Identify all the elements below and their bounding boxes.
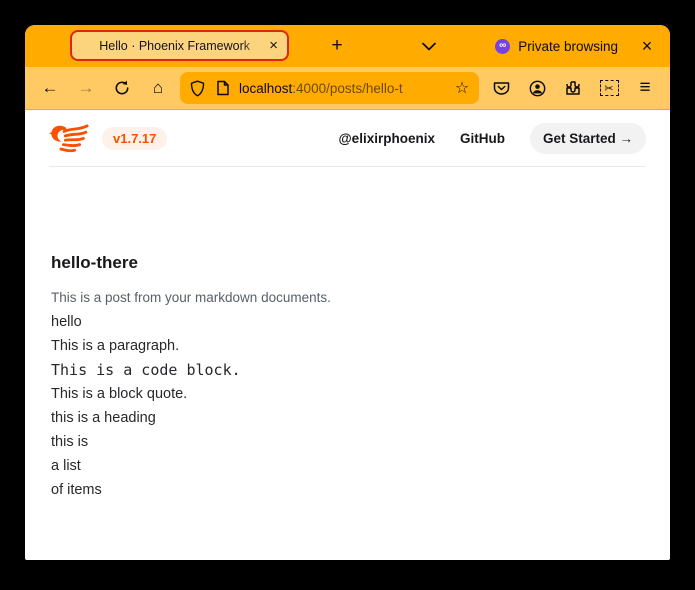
navigation-toolbar: ← → ⌂ localhost:4000/posts/hello-t ☆ <box>25 67 670 110</box>
account-button[interactable] <box>521 72 553 104</box>
window-close-button[interactable]: × <box>632 31 662 61</box>
url-fade <box>427 81 449 96</box>
post-line: a list <box>51 454 644 478</box>
site-header: v1.7.17 @elixirphoenix GitHub Get Starte… <box>49 110 646 167</box>
home-button[interactable]: ⌂ <box>142 72 174 104</box>
get-started-button[interactable]: Get Started → <box>530 123 646 154</box>
tab-title-text: Hello · Phoenix Framework <box>99 39 250 53</box>
new-tab-button[interactable]: + <box>322 31 352 61</box>
bookmark-star-icon[interactable]: ☆ <box>449 75 475 101</box>
url-host: localhost <box>239 81 292 96</box>
url-text[interactable]: localhost:4000/posts/hello-t <box>239 81 449 96</box>
url-path: :4000/posts/hello-t <box>292 81 402 96</box>
version-badge: v1.7.17 <box>102 127 167 150</box>
post-subtitle: This is a post from your markdown docume… <box>51 286 644 310</box>
private-browsing-indicator: ∞ Private browsing <box>495 25 618 67</box>
post-code-line: This is a code block. <box>51 358 644 382</box>
page-info-icon[interactable] <box>216 80 230 96</box>
reload-button[interactable] <box>106 72 138 104</box>
post-line: This is a paragraph. <box>51 334 644 358</box>
menu-button[interactable]: ≡ <box>629 72 661 104</box>
forward-button[interactable]: → <box>70 72 102 104</box>
header-links: @elixirphoenix GitHub Get Started → <box>339 123 646 154</box>
shield-icon[interactable] <box>190 80 205 97</box>
pocket-icon <box>493 81 510 96</box>
back-button[interactable]: ← <box>34 72 66 104</box>
pocket-button[interactable] <box>485 72 517 104</box>
private-mask-icon: ∞ <box>495 39 510 54</box>
screenshot-icon: ✂ <box>600 80 619 96</box>
browser-window: Hello · Phoenix Framework × + ∞ Private … <box>25 25 670 560</box>
tab-title-fade <box>241 39 267 53</box>
private-browsing-label: Private browsing <box>518 39 618 54</box>
tab-close-icon[interactable]: × <box>267 37 280 54</box>
phoenix-logo[interactable] <box>49 124 89 154</box>
post-line: this is a heading <box>51 406 644 430</box>
link-elixirphoenix[interactable]: @elixirphoenix <box>339 131 435 146</box>
page-content: v1.7.17 @elixirphoenix GitHub Get Starte… <box>25 110 670 559</box>
tab-hello-phoenix[interactable]: Hello · Phoenix Framework × <box>70 30 289 61</box>
url-bar[interactable]: localhost:4000/posts/hello-t ☆ <box>180 72 479 104</box>
hamburger-menu-icon: ≡ <box>639 77 650 99</box>
screenshot-button[interactable]: ✂ <box>593 72 625 104</box>
link-github[interactable]: GitHub <box>460 131 505 146</box>
post-line: hello <box>51 310 644 334</box>
post-line: of items <box>51 478 644 502</box>
post-line: This is a block quote. <box>51 382 644 406</box>
list-all-tabs-button[interactable] <box>414 31 444 61</box>
post-line: this is <box>51 430 644 454</box>
reload-icon <box>114 80 130 96</box>
chevron-down-icon <box>422 42 436 51</box>
tab-title: Hello · Phoenix Framework <box>82 39 267 53</box>
extensions-button[interactable] <box>557 72 589 104</box>
post-article: hello-there This is a post from your mar… <box>25 167 670 502</box>
puzzle-piece-icon <box>565 80 581 96</box>
account-icon <box>529 80 546 97</box>
tab-bar: Hello · Phoenix Framework × + ∞ Private … <box>25 25 670 67</box>
post-title: hello-there <box>51 253 644 273</box>
